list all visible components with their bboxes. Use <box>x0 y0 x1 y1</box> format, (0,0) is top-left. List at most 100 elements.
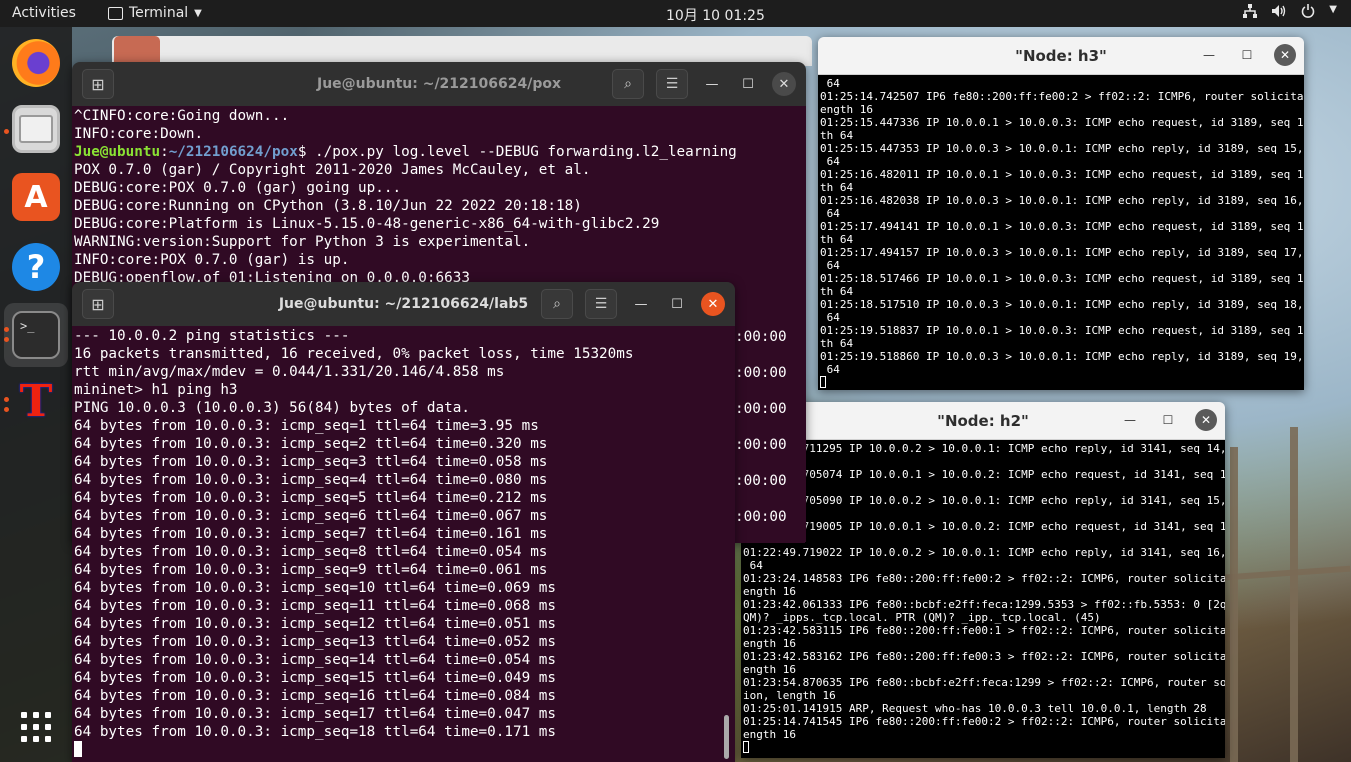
minimize-button[interactable]: — <box>629 292 653 316</box>
network-icon[interactable] <box>1243 4 1258 22</box>
terminal-line: ^CINFO:core:Going down... <box>74 108 290 124</box>
tex-icon[interactable]: T <box>12 375 60 427</box>
scrollbar[interactable] <box>724 715 729 759</box>
terminal-cursor <box>743 741 1225 754</box>
search-icon[interactable]: ⌕ <box>612 69 644 99</box>
terminal-line: ength 16 <box>743 728 796 741</box>
help-icon[interactable]: ? <box>12 243 60 291</box>
system-tray[interactable]: ▼ <box>1243 4 1337 22</box>
terminal-icon[interactable]: >_ <box>12 311 60 359</box>
window-titlebar[interactable]: ⊞ Jue@ubuntu: ~/212106624/pox ⌕ ☰ — ☐ ✕ <box>72 62 806 106</box>
terminal-line: POX 0.7.0 (gar) / Copyright 2011-2020 Ja… <box>74 162 591 178</box>
maximize-button[interactable]: ☐ <box>736 72 760 96</box>
window-titlebar[interactable]: ⊞ Jue@ubuntu: ~/212106624/lab5 ⌕ ☰ — ☐ ✕ <box>72 282 735 326</box>
terminal-line: 64 bytes from 10.0.0.3: icmp_seq=1 ttl=6… <box>74 418 539 434</box>
terminal-line: 16 packets transmitted, 16 received, 0% … <box>74 346 634 362</box>
terminal-line: ion, length 16 <box>743 689 836 702</box>
menu-icon[interactable]: ☰ <box>656 69 688 99</box>
window-title: "Node: h3" <box>1015 46 1107 65</box>
node-h3-window[interactable]: "Node: h3" — ☐ ✕ 64 01:25:14.742507 IP6 f… <box>818 37 1304 390</box>
clock[interactable]: 10月 10 01:25 <box>666 5 765 25</box>
terminal-line: 01:22:49.719022 IP 10.0.0.2 > 10.0.0.1: … <box>743 546 1225 559</box>
terminal-line: th 64 <box>820 285 854 298</box>
tex-icon-glyph: T <box>19 375 53 427</box>
terminal-line: 64 <box>820 311 840 324</box>
terminal-line: ength 16 <box>743 663 796 676</box>
node-h2-window[interactable]: "Node: h2" — ☐ ✕ 01:22:47.711295 IP 10.0… <box>741 402 1225 758</box>
menu-icon[interactable]: ☰ <box>585 289 617 319</box>
software-icon[interactable]: A <box>12 173 60 221</box>
dock: A ? >_ T <box>0 27 72 762</box>
activities-button[interactable]: Activities <box>12 5 76 21</box>
terminal-line: 64 bytes from 10.0.0.3: icmp_seq=3 ttl=6… <box>74 454 548 470</box>
terminal-line: 64 bytes from 10.0.0.3: icmp_seq=6 ttl=6… <box>74 508 548 524</box>
terminal-line: 64 bytes from 10.0.0.3: icmp_seq=12 ttl=… <box>74 616 557 632</box>
terminal-line: mininet> h1 ping h3 <box>74 382 238 398</box>
terminal-line: WARNING:version:Support for Python 3 is … <box>74 234 531 250</box>
terminal-line: :00:00 <box>735 473 787 489</box>
terminal-line: 01:25:14.742507 IP6 fe80::200:ff:fe00:2 … <box>820 90 1304 103</box>
prompt-user: Jue@ubuntu <box>74 144 161 160</box>
terminal-line: 01:23:54.870635 IP6 fe80::bcbf:e2ff:feca… <box>743 676 1225 689</box>
terminal-line: 64 bytes from 10.0.0.3: icmp_seq=2 ttl=6… <box>74 436 548 452</box>
terminal-line: 01:25:16.482011 IP 10.0.0.1 > 10.0.0.3: … <box>820 168 1304 181</box>
close-button[interactable]: ✕ <box>772 72 796 96</box>
maximize-button[interactable]: ☐ <box>1236 44 1258 66</box>
terminal-line: 01:25:15.447336 IP 10.0.0.1 > 10.0.0.3: … <box>820 116 1304 129</box>
window-titlebar[interactable]: "Node: h3" — ☐ ✕ <box>818 37 1304 75</box>
terminal-icon-glyph: >_ <box>20 319 35 333</box>
terminal-line: 64 bytes from 10.0.0.3: icmp_seq=15 ttl=… <box>74 670 557 686</box>
terminal-line: PING 10.0.0.3 (10.0.0.3) 56(84) bytes of… <box>74 400 470 416</box>
chevron-down-icon: ▼ <box>194 7 202 19</box>
close-button[interactable]: ✕ <box>701 292 725 316</box>
maximize-button[interactable]: ☐ <box>1157 409 1179 431</box>
terminal-line: INFO:core:Down. <box>74 126 204 142</box>
terminal-line: QM)? _ipps._tcp.local. PTR (QM)? _ipp._t… <box>743 611 1101 624</box>
lab5-terminal-window[interactable]: ⊞ Jue@ubuntu: ~/212106624/lab5 ⌕ ☰ — ☐ ✕… <box>72 282 735 762</box>
minimize-button[interactable]: — <box>1119 409 1141 431</box>
search-icon[interactable]: ⌕ <box>541 289 573 319</box>
terminal-line: :00:00 <box>735 401 787 417</box>
running-indicator <box>4 327 9 332</box>
terminal-line: 01:25:17.494141 IP 10.0.0.1 > 10.0.0.3: … <box>820 220 1304 233</box>
terminal-line: 01:23:24.148583 IP6 fe80::200:ff:fe00:2 … <box>743 572 1225 585</box>
close-button[interactable]: ✕ <box>1274 44 1296 66</box>
terminal-line: :00:00 <box>735 509 787 525</box>
maximize-button[interactable]: ☐ <box>665 292 689 316</box>
terminal-output[interactable]: 64 01:25:14.742507 IP6 fe80::200:ff:fe00:… <box>818 75 1304 390</box>
terminal-line: 64 <box>820 77 840 90</box>
running-indicator <box>4 337 9 342</box>
show-apps-icon[interactable] <box>12 703 60 751</box>
terminal-line: 64 bytes from 10.0.0.3: icmp_seq=7 ttl=6… <box>74 526 548 542</box>
terminal-line: ength 16 <box>820 103 873 116</box>
terminal-line: 01:23:42.061333 IP6 fe80::bcbf:e2ff:feca… <box>743 598 1225 611</box>
firefox-icon[interactable] <box>12 39 60 87</box>
terminal-line: 64 bytes from 10.0.0.3: icmp_seq=4 ttl=6… <box>74 472 548 488</box>
terminal-output[interactable]: 01:22:47.711295 IP 10.0.0.2 > 10.0.0.1: … <box>741 440 1225 758</box>
app-menu[interactable]: Terminal ▼ <box>108 5 202 21</box>
pox-obscured-output: :00:00:00:00:00:00:00:00:00:00:00:00 <box>735 283 805 543</box>
terminal-line: 64 bytes from 10.0.0.3: icmp_seq=14 ttl=… <box>74 652 557 668</box>
window-titlebar[interactable]: "Node: h2" — ☐ ✕ <box>741 402 1225 440</box>
terminal-line: ength 16 <box>743 585 796 598</box>
window-title: Jue@ubuntu: ~/212106624/lab5 <box>278 296 529 312</box>
close-button[interactable]: ✕ <box>1195 409 1217 431</box>
new-tab-icon[interactable]: ⊞ <box>82 69 114 99</box>
terminal-line: 01:23:42.583162 IP6 fe80::200:ff:fe00:3 … <box>743 650 1225 663</box>
minimize-button[interactable]: — <box>700 72 724 96</box>
new-tab-icon[interactable]: ⊞ <box>82 289 114 319</box>
files-icon[interactable] <box>12 105 60 153</box>
terminal-line: 64 bytes from 10.0.0.3: icmp_seq=11 ttl=… <box>74 598 557 614</box>
power-icon[interactable] <box>1301 4 1315 22</box>
volume-icon[interactable] <box>1271 4 1287 22</box>
terminal-line: 64 bytes from 10.0.0.3: icmp_seq=8 ttl=6… <box>74 544 548 560</box>
terminal-output[interactable]: --- 10.0.0.2 ping statistics --- 16 packe… <box>72 326 735 762</box>
terminal-line: 01:22:49.719005 IP 10.0.0.1 > 10.0.0.2: … <box>743 520 1225 533</box>
terminal-line: :00:00 <box>735 437 787 453</box>
chevron-down-icon[interactable]: ▼ <box>1329 4 1337 22</box>
terminal-cursor <box>74 741 735 759</box>
terminal-line: th 64 <box>743 481 1225 494</box>
terminal-line: th 64 <box>820 233 854 246</box>
minimize-button[interactable]: — <box>1198 44 1220 66</box>
terminal-line: rtt min/avg/max/mdev = 0.044/1.331/20.14… <box>74 364 505 380</box>
